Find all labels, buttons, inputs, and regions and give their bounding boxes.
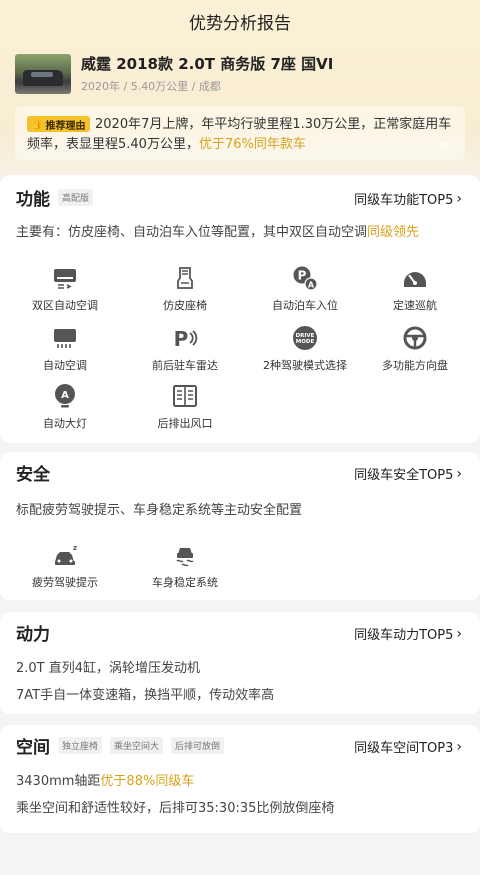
power-section: 动力 同级车动力TOP5 › 2.0T 直列4缸，涡轮增压发动机 7AT手自一体变… [0, 612, 480, 714]
car-title: 威霆 2018款 2.0T 商务版 7座 国VI [81, 55, 334, 73]
section-title: 空间 [16, 737, 50, 758]
reason-badge: 👍 推荐理由 [27, 116, 91, 132]
section-tag: 后排可放倒 [171, 736, 225, 754]
svg-text:A: A [308, 281, 315, 290]
stability-control-icon [172, 542, 198, 568]
svg-text:P: P [298, 269, 307, 283]
svg-text:MODE: MODE [296, 339, 315, 345]
reason-text: 2020年7月上牌，年平均行驶里程1.30万公里，正常家庭用车频率，表显里程5.… [27, 117, 452, 152]
feature-item: 仿皮座椅 [125, 265, 245, 313]
parking-radar-icon: P [172, 325, 198, 351]
cruise-control-icon [402, 265, 428, 291]
section-tag: 高配版 [58, 188, 94, 206]
page-title: 优势分析报告 [189, 13, 291, 34]
svg-text:P: P [174, 327, 189, 351]
chevron-right-icon: › [456, 465, 462, 482]
auto-ac-icon [52, 325, 78, 351]
feature-item: P 前后驻车雷达 [152, 325, 218, 372]
feature-item: A 自动大灯 [5, 383, 125, 431]
section-title: 功能 [16, 189, 50, 210]
space-top3-link[interactable]: 同级车空间TOP3 › [354, 737, 462, 757]
power-line: 7AT手自一体变速箱，换挡平顺，传动效率高 [16, 688, 275, 703]
thumbs-up-icon: 👍 [31, 118, 44, 130]
feature-item: 车身稳定系统 [125, 542, 245, 590]
section-tag: 乘坐空间大 [110, 736, 164, 754]
chevron-decoration-icon: » [439, 134, 451, 155]
feature-item: 双区自动空调 [5, 265, 125, 313]
drive-mode-icon: DRIVE MODE [292, 325, 318, 351]
chevron-right-icon: › [456, 190, 462, 207]
function-description: 主要有：仿皮座椅、自动泊车入位等配置，其中双区自动空调同级领先 [16, 225, 420, 240]
safety-top5-link[interactable]: 同级车安全TOP5 › [354, 464, 462, 484]
feature-item: 后排出风口 [125, 383, 245, 431]
auto-parking-icon: PA [292, 265, 318, 291]
car-thumbnail [15, 54, 71, 94]
feature-item: 自动空调 [5, 325, 125, 373]
space-wheelbase-line: 3430mm轴距优于88%同级车 [16, 774, 195, 789]
space-comfort-line: 乘坐空间和舒适性较好，后排可35:30:35比例放倒座椅 [16, 801, 335, 816]
svg-text:A: A [61, 390, 69, 401]
space-section: 空间 独立座椅 乘坐空间大 后排可放倒 同级车空间TOP3 › 3430mm轴距优… [0, 725, 480, 833]
recommend-reason-card: 2020年7月上牌，年平均行驶里程1.30万公里，正常家庭用车频率，表显里程5.… [15, 106, 465, 160]
power-top5-link[interactable]: 同级车动力TOP5 › [354, 624, 462, 644]
feature-item: 多功能方向盘 [355, 325, 475, 373]
chevron-right-icon: › [456, 625, 462, 642]
feature-item: z 疲劳驾驶提示 [32, 542, 98, 589]
auto-headlight-icon: A [52, 383, 78, 409]
steering-wheel-icon [402, 325, 428, 351]
safety-description: 标配疲劳驾驶提示、车身稳定系统等主动安全配置 [16, 503, 303, 518]
rear-vent-icon [172, 383, 198, 409]
feature-item: PA 自动泊车入位 [245, 265, 365, 313]
safety-section: 安全 同级车安全TOP5 › 标配疲劳驾驶提示、车身稳定系统等主动安全配置 z 疲… [0, 452, 480, 600]
fatigue-alert-icon: z [52, 542, 78, 568]
function-top5-link[interactable]: 同级车功能TOP5 › [354, 189, 462, 209]
feature-item: 定速巡航 [355, 265, 475, 313]
feature-item: DRIVE MODE 2种驾驶模式选择 [245, 325, 365, 373]
reason-highlight: 优于76%同年款车 [198, 137, 306, 152]
power-line: 2.0T 直列4缸，涡轮增压发动机 [16, 661, 201, 676]
svg-text:z: z [73, 544, 77, 552]
section-title: 动力 [16, 624, 50, 645]
car-summary[interactable]: 威霆 2018款 2.0T 商务版 7座 国VI 2020年 / 5.40万公里… [15, 52, 465, 98]
section-title: 安全 [16, 464, 50, 485]
car-subtitle: 2020年 / 5.40万公里 / 成都 [81, 80, 221, 93]
leather-seat-icon [172, 265, 198, 291]
chevron-right-icon: › [456, 738, 462, 755]
function-section: 功能 高配版 同级车功能TOP5 › 主要有：仿皮座椅、自动泊车入位等配置，其中双… [0, 175, 480, 443]
dual-zone-ac-icon [52, 265, 78, 291]
section-tag: 独立座椅 [58, 736, 103, 754]
